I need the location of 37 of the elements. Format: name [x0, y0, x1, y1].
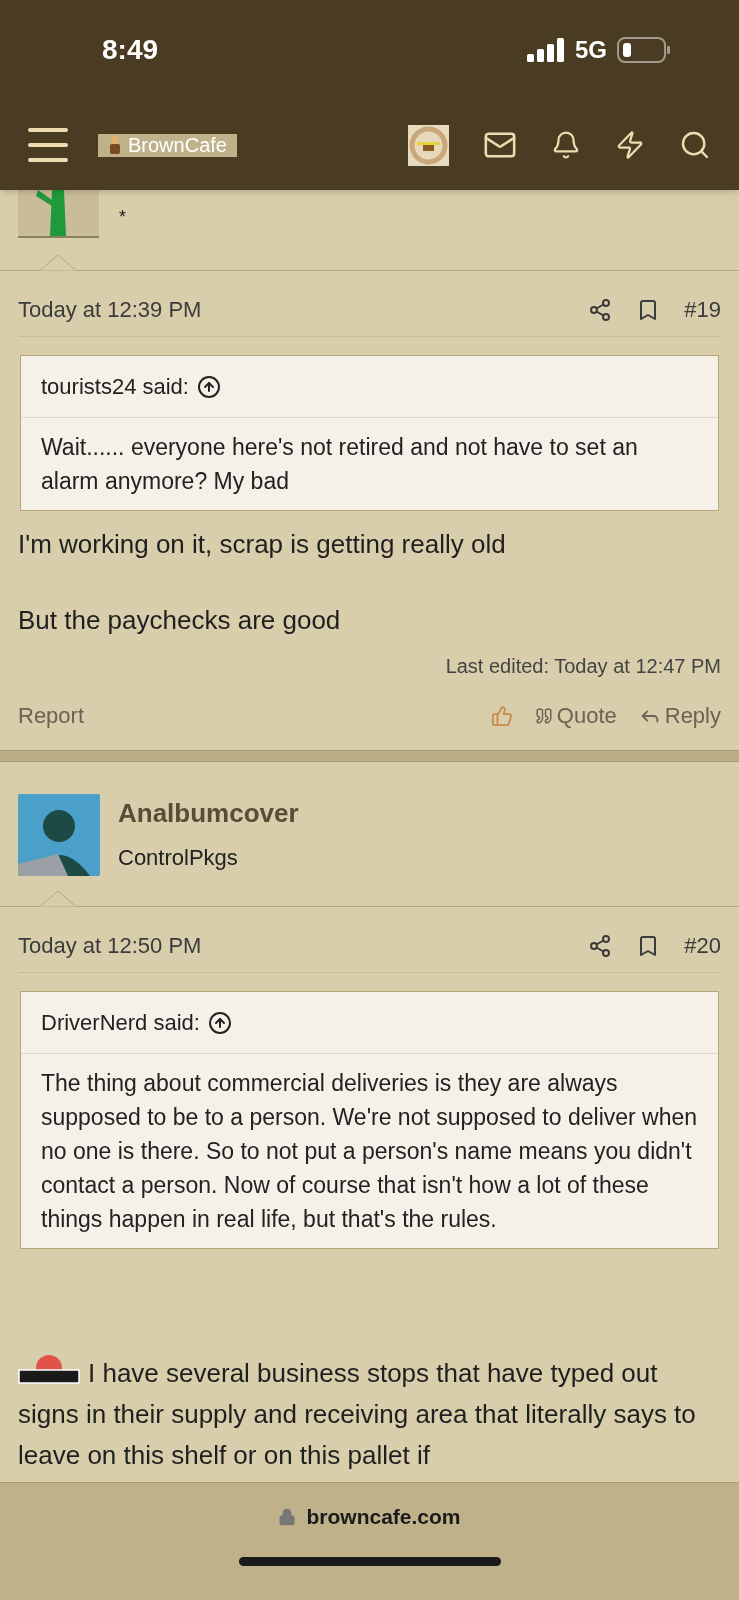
lightning-icon[interactable] [615, 130, 645, 160]
network-label: 5G [575, 35, 607, 65]
jump-up-icon[interactable] [196, 374, 221, 399]
quote-author: tourists24 said: [41, 373, 189, 401]
quote-button[interactable]: Quote [534, 699, 617, 732]
post-date[interactable]: Today at 12:39 PM [18, 293, 202, 326]
home-indicator[interactable] [238, 1556, 501, 1566]
search-icon[interactable] [679, 129, 711, 161]
share-icon[interactable] [588, 297, 613, 322]
quote-icon [534, 706, 553, 725]
bell-icon[interactable] [551, 130, 581, 160]
url-label[interactable]: browncafe.com [306, 1501, 461, 1533]
last-edited-note: Last edited: Today at 12:47 PM [445, 654, 721, 679]
lock-icon [278, 1507, 297, 1526]
signal-icon [527, 38, 565, 62]
quote-text: Wait...... everyone here's not retired and not have to set an alarm anymore? My bad [40, 433, 639, 496]
post-date[interactable]: Today at 12:50 PM [18, 929, 202, 962]
menu-icon[interactable] [28, 128, 68, 162]
battery-icon [617, 37, 671, 63]
user-title: ControlPkgs [118, 844, 239, 872]
user-title: * [119, 206, 126, 229]
quote-author: DriverNerd said: [41, 1009, 200, 1037]
post-text: I'm working on it, scrap is getting really old [18, 528, 507, 561]
user-avatar[interactable] [18, 794, 100, 876]
reply-button[interactable]: Reply [638, 699, 721, 732]
post-text: But the paychecks are good [18, 604, 342, 637]
quote-text: The thing about commercial deliveries is they are always supposed to be to a person. We're not supposed to deliver when no one is there. So to not put a person's name means you didn't contact a person. Now of course that isn't how a lot of these things happen in real life, but that's the rules. [40, 1069, 699, 1234]
jump-up-icon[interactable] [207, 1010, 232, 1035]
report-link[interactable]: Report [18, 699, 85, 732]
username[interactable]: Analbumcover [118, 794, 299, 833]
user-avatar[interactable] [408, 124, 449, 166]
status-time: 8:49 [102, 33, 159, 67]
post-text: I have several business stops that have typed out signs in their supply and receiving area that literally says to leave on this shelf or on this pallet if [0, 1249, 739, 1476]
post-number[interactable]: #19 [684, 293, 721, 326]
share-icon[interactable] [588, 933, 613, 958]
post-number[interactable]: #20 [684, 929, 721, 962]
censored-emoji-icon [18, 1354, 80, 1386]
